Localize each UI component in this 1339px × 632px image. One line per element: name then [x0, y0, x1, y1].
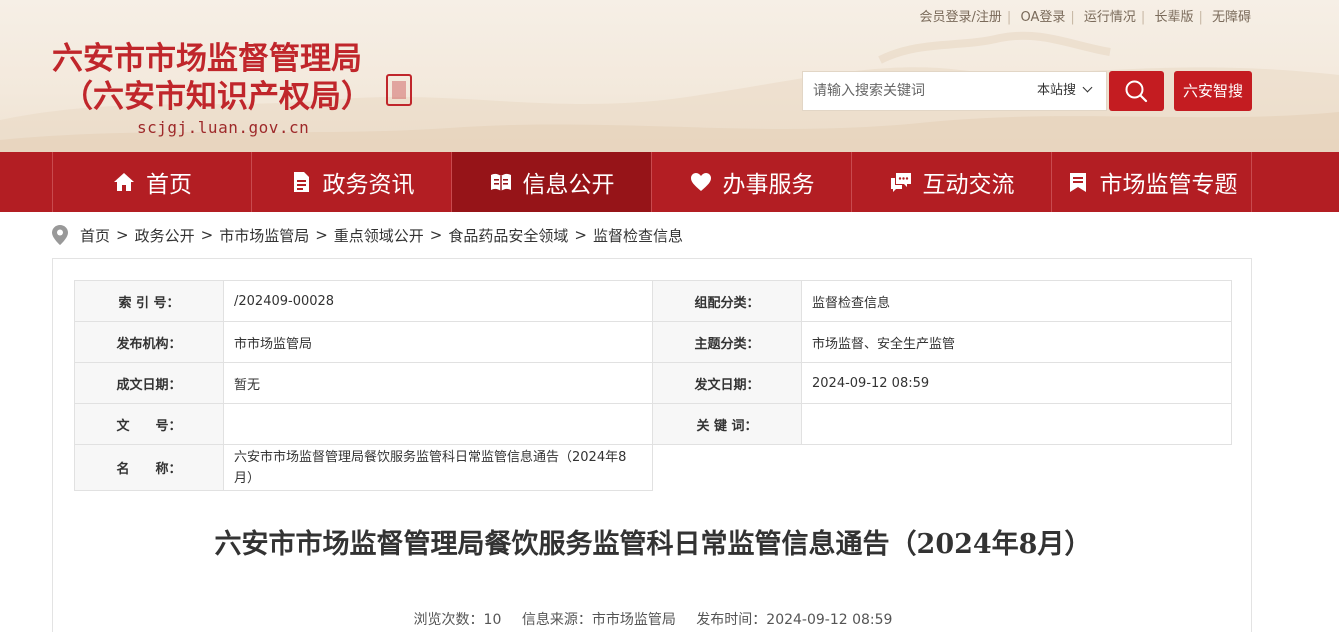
publisher-value: 市市场监管局: [223, 321, 653, 363]
site-title-line1: 六安市市场监督管理局: [52, 41, 362, 77]
breadcrumb-link-bureau[interactable]: 市市场监管局: [219, 225, 309, 246]
open-book-icon: [490, 173, 511, 191]
issued-date-label: 发文日期：: [652, 362, 802, 404]
document-meta-table: 索 引 号： /202409-00028 组配分类： 监督检查信息 发布机构： …: [74, 280, 1232, 491]
chat-icon: [890, 173, 911, 192]
article-container: 索 引 号： /202409-00028 组配分类： 监督检查信息 发布机构： …: [52, 258, 1252, 632]
nav-item-label: 办事服务: [722, 172, 815, 198]
info-source: 信息来源：市市场监管局: [521, 612, 676, 628]
nav-item-label: 首页: [146, 172, 192, 198]
empty-cell: [653, 445, 1232, 491]
search-input[interactable]: [803, 72, 1028, 110]
search-icon: [1125, 80, 1148, 103]
doc-number-value: [223, 403, 653, 445]
document-icon: [293, 172, 309, 192]
index-number-label: 索 引 号：: [74, 280, 224, 322]
site-logo-title[interactable]: 六安市市场监督管理局 （六安市知识产权局）: [52, 40, 372, 116]
smart-search-button[interactable]: 六安智搜: [1174, 71, 1252, 111]
search-box: 本站搜: [802, 71, 1107, 111]
keywords-value: [801, 403, 1232, 445]
nav-item-interaction[interactable]: 互动交流: [852, 152, 1052, 212]
article-info-bar: 浏览次数：10 信息来源：市市场监管局 发布时间：2024-09-12 08:5…: [53, 609, 1253, 629]
bookmark-icon: [1069, 173, 1086, 192]
category-value: 监督检查信息: [801, 280, 1232, 322]
top-links: 会员登录/注册 | OA登录 | 运行情况 | 长辈版 | 无障碍: [919, 10, 1251, 25]
nav-item-label: 市场监管专题: [1099, 172, 1238, 198]
home-icon: [114, 173, 134, 191]
breadcrumb-link-gov-open[interactable]: 政务公开: [135, 225, 195, 246]
doc-name-label: 名 称：: [74, 444, 224, 491]
site-header: 会员登录/注册 | OA登录 | 运行情况 | 长辈版 | 无障碍 六安市市场监督管理局…: [0, 0, 1339, 152]
search-scope-label: 本站搜: [1037, 83, 1077, 98]
doc-name-value: 六安市市场监督管理局餐饮服务监管科日常监管信息通告（2024年8月）: [223, 444, 653, 491]
created-date-label: 成文日期：: [74, 362, 224, 404]
nav-item-label: 互动交流: [922, 172, 1015, 198]
run-status-link[interactable]: 运行情况: [1084, 10, 1136, 25]
search-button[interactable]: [1109, 71, 1164, 111]
accessibility-link[interactable]: 无障碍: [1212, 10, 1251, 25]
keywords-label: 关 键 词：: [652, 403, 802, 445]
elder-version-link[interactable]: 长辈版: [1154, 10, 1193, 25]
breadcrumb-link-inspection[interactable]: 监督检查信息: [593, 225, 683, 246]
seal-icon: [386, 74, 412, 106]
breadcrumb: 首页 > 政务公开 > 市市场监管局 > 重点领域公开 > 食品药品安全领域 > 监督检查…: [52, 224, 683, 246]
issued-date-value: 2024-09-12 08:59: [801, 362, 1232, 404]
login-register-link[interactable]: 会员登录/注册: [920, 10, 1002, 25]
nav-item-services[interactable]: 办事服务: [652, 152, 852, 212]
location-pin-icon: [52, 225, 68, 245]
nav-item-info-open[interactable]: 信息公开: [452, 152, 652, 212]
nav-item-news[interactable]: 政务资讯: [252, 152, 452, 212]
index-number-value: /202409-00028: [223, 280, 653, 322]
breadcrumb-link-food-drug[interactable]: 食品药品安全领域: [448, 225, 568, 246]
main-nav: 首页 政务资讯 信息公开 办事服务 互动交流 市场监管专题: [0, 152, 1339, 212]
doc-number-label: 文 号：: [74, 403, 224, 445]
breadcrumb-link-home[interactable]: 首页: [80, 225, 110, 246]
nav-item-label: 信息公开: [522, 172, 615, 198]
nav-item-market-topics[interactable]: 市场监管专题: [1052, 152, 1252, 212]
topic-label: 主题分类：: [652, 321, 802, 363]
publish-time: 发布时间：2024-09-12 08:59: [696, 612, 893, 628]
nav-item-label: 政务资讯: [322, 172, 415, 198]
site-domain: scjgj.luan.gov.cn: [137, 118, 310, 137]
nav-item-home[interactable]: 首页: [52, 152, 252, 212]
search-scope-select[interactable]: 本站搜: [1037, 72, 1093, 110]
article-title: 六安市市场监督管理局餐饮服务监管科日常监管信息通告（2024年8月）: [214, 529, 1092, 560]
heart-icon: [690, 173, 711, 191]
topic-value: 市场监督、安全生产监管: [801, 321, 1232, 363]
created-date-value: 暂无: [223, 362, 653, 404]
oa-login-link[interactable]: OA登录: [1020, 10, 1065, 25]
site-title-line2: （六安市知识产权局）: [62, 79, 372, 115]
breadcrumb-link-key-areas[interactable]: 重点领域公开: [334, 225, 424, 246]
category-label: 组配分类：: [652, 280, 802, 322]
view-count: 浏览次数：10: [413, 612, 502, 628]
chevron-down-icon: [1082, 82, 1093, 93]
publisher-label: 发布机构：: [74, 321, 224, 363]
